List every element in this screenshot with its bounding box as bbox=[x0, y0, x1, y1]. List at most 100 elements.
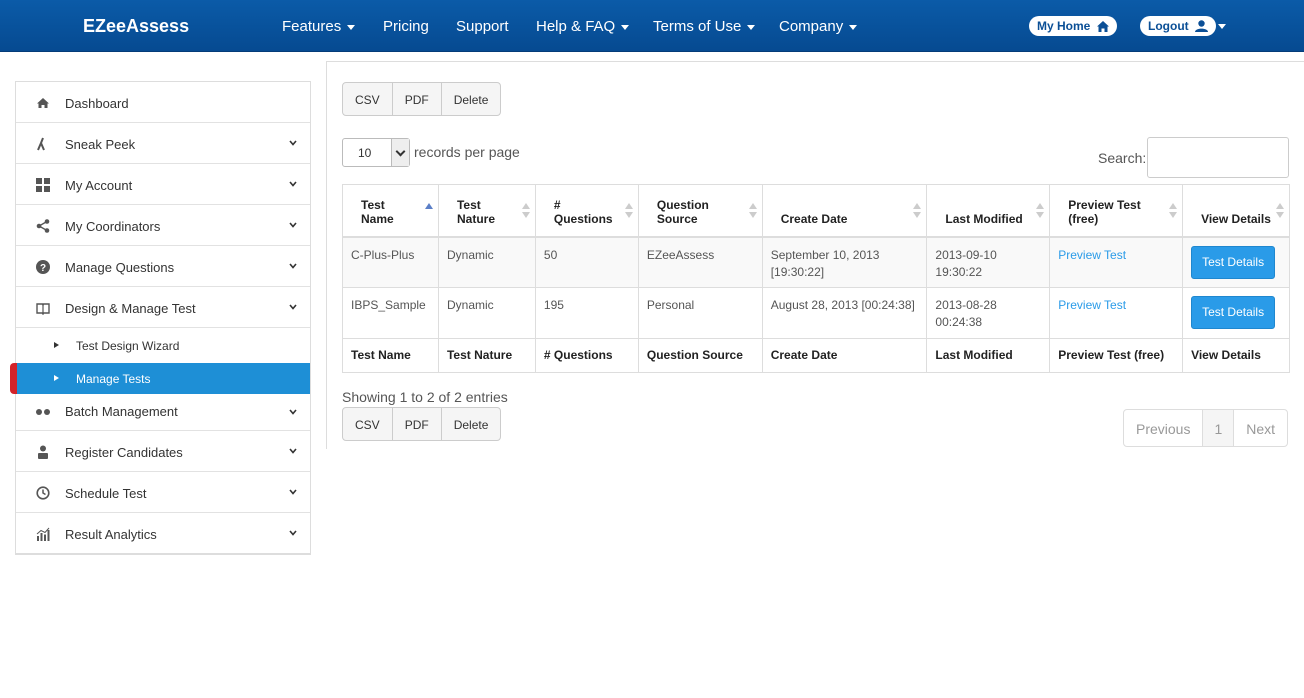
header-label: Preview Test (free) bbox=[1068, 197, 1141, 226]
sidebar-subitem-manage-tests[interactable]: Manage Tests bbox=[10, 363, 310, 394]
sidebar-item-design-manage-test[interactable]: Design & Manage Test bbox=[16, 287, 310, 328]
nav-help-label: Help & FAQ bbox=[536, 18, 616, 35]
sort-icon bbox=[624, 203, 633, 219]
header-label: Test Name bbox=[361, 197, 394, 226]
sort-icon bbox=[1169, 203, 1178, 219]
records-per-page-select[interactable]: 10 bbox=[342, 138, 410, 167]
my-home-button[interactable]: My Home bbox=[1029, 16, 1117, 36]
sidebar-item-label: Sneak Peek bbox=[65, 137, 136, 152]
previous-page-button[interactable]: Previous bbox=[1124, 410, 1204, 446]
sidebar-item-dashboard[interactable]: Dashboard bbox=[16, 82, 310, 123]
nav-features[interactable]: Features bbox=[282, 18, 356, 35]
nav-terms[interactable]: Terms of Use bbox=[653, 18, 756, 35]
cell-preview: Preview Test bbox=[1049, 287, 1184, 339]
sidebar-subitem-label: Manage Tests bbox=[76, 372, 151, 386]
nav-features-label: Features bbox=[282, 18, 342, 35]
col-header-create-date[interactable]: Create Date bbox=[761, 184, 928, 238]
header-label: # Questions bbox=[553, 197, 613, 226]
footer-view-details: View Details bbox=[1182, 338, 1290, 373]
page-1-button[interactable]: 1 bbox=[1203, 410, 1235, 446]
sidebar-item-my-coordinators[interactable]: My Coordinators bbox=[16, 205, 310, 246]
cell-last-modified: 2013-09-10 19:30:22 bbox=[926, 236, 1051, 288]
sidebar-item-register-candidates[interactable]: Register Candidates bbox=[16, 431, 310, 472]
sidebar-item-label: Dashboard bbox=[65, 96, 129, 111]
cell-test-name: C-Plus-Plus bbox=[342, 236, 439, 288]
chevron-down-icon bbox=[289, 222, 297, 228]
nav-pricing[interactable]: Pricing bbox=[383, 18, 429, 35]
cell-question-source: Personal bbox=[637, 287, 763, 339]
col-header-questions[interactable]: # Questions bbox=[534, 184, 639, 238]
my-home-label: My Home bbox=[1037, 19, 1091, 33]
col-header-view-details[interactable]: View Details bbox=[1182, 184, 1290, 238]
chevron-down-icon bbox=[289, 263, 297, 269]
sort-icon bbox=[1276, 203, 1284, 219]
nav-company[interactable]: Company bbox=[779, 18, 858, 35]
bar-chart-icon bbox=[36, 527, 50, 541]
nav-support[interactable]: Support bbox=[456, 18, 509, 35]
pdf-button[interactable]: PDF bbox=[393, 83, 442, 115]
sort-icon bbox=[913, 203, 922, 219]
sidebar-item-schedule-test[interactable]: Schedule Test bbox=[16, 472, 310, 513]
cell-view-details: Test Details bbox=[1182, 236, 1290, 288]
nav-help-faq[interactable]: Help & FAQ bbox=[536, 18, 630, 35]
preview-test-link[interactable]: Preview Test bbox=[1058, 248, 1126, 262]
csv-button[interactable]: CSV bbox=[343, 408, 393, 440]
header-label: Create Date bbox=[780, 211, 848, 226]
delete-button[interactable]: Delete bbox=[442, 83, 501, 115]
sidebar-subitem-test-design-wizard[interactable]: Test Design Wizard bbox=[16, 328, 310, 363]
sidebar-item-label: Manage Questions bbox=[65, 260, 175, 275]
sidebar: Dashboard Sneak Peek My Account My Coord… bbox=[10, 81, 311, 555]
sidebar-item-manage-questions[interactable]: ? Manage Questions bbox=[16, 246, 310, 287]
sidebar-item-result-analytics[interactable]: Result Analytics bbox=[16, 513, 310, 554]
share-icon bbox=[36, 219, 50, 233]
cell-question-source: EZeeAssess bbox=[637, 236, 763, 288]
sidebar-item-batch-management[interactable]: Batch Management bbox=[16, 394, 310, 431]
cell-create-date: August 28, 2013 [00:24:38] bbox=[761, 287, 928, 339]
col-header-question-source[interactable]: Question Source bbox=[637, 184, 763, 238]
header-label: Question Source bbox=[656, 197, 709, 226]
sidebar-item-sneak-peek[interactable]: Sneak Peek bbox=[16, 123, 310, 164]
caret-down-icon bbox=[621, 24, 630, 30]
sidebar-item-my-account[interactable]: My Account bbox=[16, 164, 310, 205]
logout-button[interactable]: Logout bbox=[1140, 16, 1216, 36]
search-input[interactable] bbox=[1147, 137, 1289, 178]
footer-test-name: Test Name bbox=[342, 338, 439, 373]
header-label: View Details bbox=[1201, 211, 1271, 226]
col-header-test-name[interactable]: Test Name bbox=[342, 184, 439, 238]
test-details-button[interactable]: Test Details bbox=[1191, 245, 1276, 279]
pagination: Previous 1 Next bbox=[1123, 409, 1289, 447]
pdf-button[interactable]: PDF bbox=[393, 408, 442, 440]
col-header-test-nature[interactable]: Test Nature bbox=[437, 184, 536, 238]
nav-support-label: Support bbox=[456, 18, 509, 35]
next-page-button[interactable]: Next bbox=[1234, 410, 1287, 446]
chevron-down-icon bbox=[289, 489, 297, 495]
col-header-preview-test[interactable]: Preview Test (free) bbox=[1049, 184, 1184, 238]
chevron-down-icon bbox=[289, 181, 297, 187]
chevron-down-icon bbox=[391, 139, 409, 166]
csv-button[interactable]: CSV bbox=[343, 83, 393, 115]
book-icon bbox=[36, 303, 50, 315]
cell-questions: 50 bbox=[534, 236, 639, 288]
home-icon bbox=[1096, 21, 1109, 32]
chevron-down-icon bbox=[289, 530, 297, 536]
cell-view-details: Test Details bbox=[1182, 287, 1290, 339]
brand-logo[interactable]: EZeeAssess bbox=[83, 16, 189, 37]
cell-last-modified: 2013-08-28 00:24:38 bbox=[926, 287, 1051, 339]
sidebar-item-label: Result Analytics bbox=[65, 527, 157, 542]
sidebar-item-label: Design & Manage Test bbox=[65, 301, 196, 316]
footer-question-source: Question Source bbox=[637, 338, 763, 373]
user-menu-caret-icon[interactable] bbox=[1218, 24, 1226, 29]
test-details-button[interactable]: Test Details bbox=[1191, 296, 1276, 329]
caret-down-icon bbox=[747, 24, 756, 30]
search-label: Search: bbox=[1098, 150, 1147, 166]
table-row: IBPS_Sample Dynamic 195 Personal August … bbox=[342, 287, 1290, 339]
dots-icon bbox=[36, 409, 50, 415]
sidebar-item-label: Batch Management bbox=[65, 404, 178, 419]
header-label: Test Nature bbox=[456, 197, 495, 226]
sort-asc-icon bbox=[424, 203, 433, 219]
top-navbar: EZeeAssess Features Pricing Support Help… bbox=[0, 0, 1304, 52]
delete-button[interactable]: Delete bbox=[442, 408, 501, 440]
col-header-last-modified[interactable]: Last Modified bbox=[926, 184, 1051, 238]
preview-test-link[interactable]: Preview Test bbox=[1058, 298, 1126, 312]
sidebar-item-label: Schedule Test bbox=[65, 486, 147, 501]
